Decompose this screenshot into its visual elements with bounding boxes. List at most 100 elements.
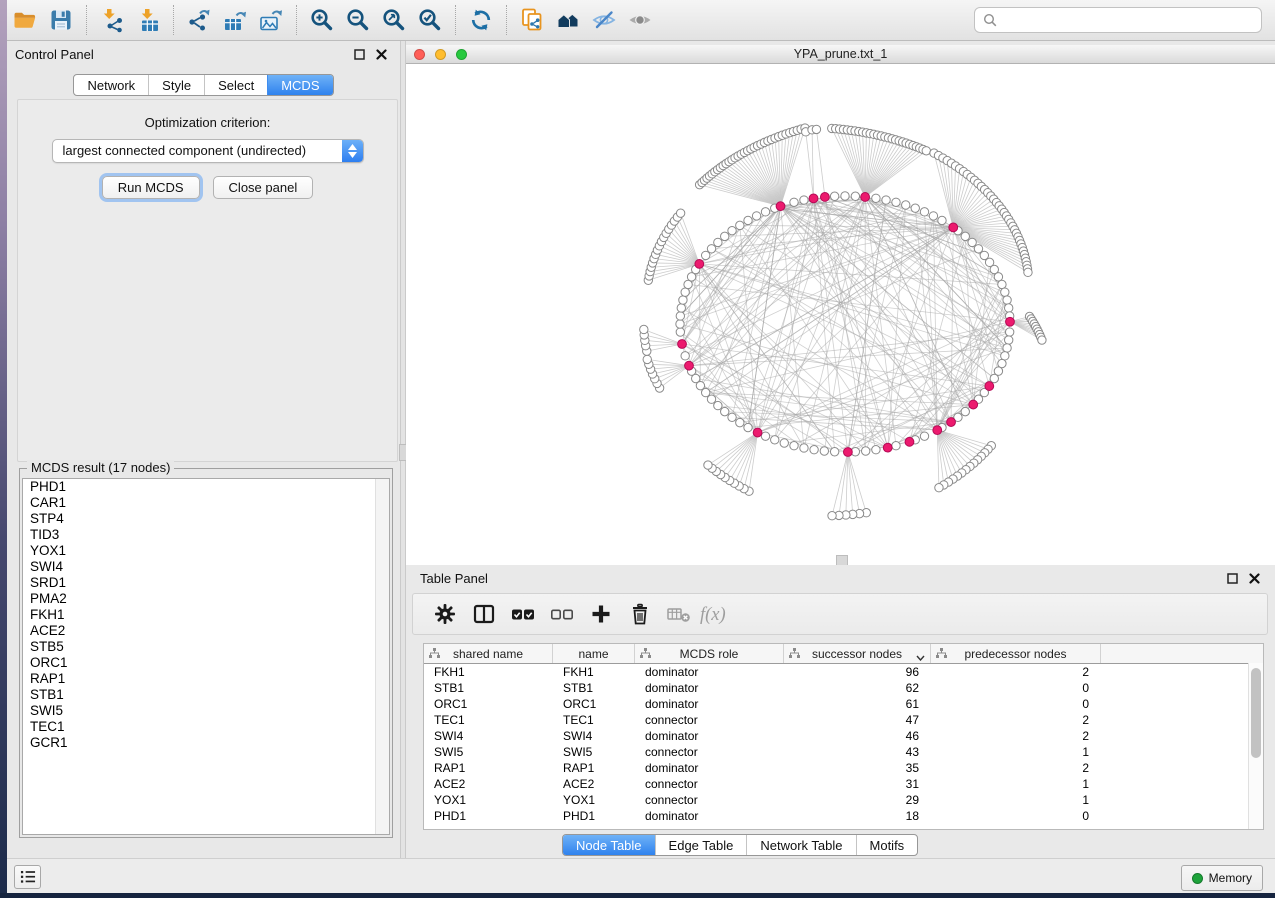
graph-hub-node[interactable] [949,223,958,232]
close-panel-button[interactable]: Close panel [213,176,314,199]
graph-node[interactable] [790,442,798,450]
table-row[interactable]: STB1STB1dominator620 [424,680,1263,696]
graph-node[interactable] [938,216,946,224]
float-panel-icon[interactable] [1221,570,1243,586]
graph-node[interactable] [1004,304,1012,312]
table-scrollbar-thumb[interactable] [1251,668,1261,758]
graph-hub-node[interactable] [695,260,704,269]
graph-hub-node[interactable] [933,426,942,435]
graph-leaf-node[interactable] [676,209,684,217]
graph-node[interactable] [851,192,859,200]
tab-mcds[interactable]: MCDS [267,75,332,95]
hide-selected-icon[interactable] [586,3,622,37]
tab-motifs[interactable]: Motifs [856,835,918,855]
graph-node[interactable] [676,328,684,336]
table-row[interactable]: FKH1FKH1dominator962 [424,664,1263,680]
list-item[interactable]: ACE2 [23,623,389,639]
clone-network-icon[interactable] [514,3,550,37]
tab-edge-table[interactable]: Edge Table [655,835,747,855]
column-header-successor-nodes[interactable]: successor nodes [784,644,931,663]
graph-hub-node[interactable] [985,382,994,391]
graph-node[interactable] [780,439,788,447]
graph-leaf-node[interactable] [640,325,648,333]
tab-network[interactable]: Network [74,75,148,95]
graph-node[interactable] [1001,288,1009,296]
graph-node[interactable] [998,280,1006,288]
export-network-icon[interactable] [181,3,217,37]
list-item[interactable]: STB5 [23,639,389,655]
zoom-selected-icon[interactable] [412,3,448,37]
graph-node[interactable] [872,194,880,202]
list-item[interactable]: FKH1 [23,607,389,623]
graph-hub-node[interactable] [685,361,694,370]
graph-node[interactable] [790,198,798,206]
graph-node[interactable] [800,196,808,204]
graph-leaf-node[interactable] [704,461,712,469]
optimization-criterion-select[interactable]: largest connected component (undirected) [52,139,364,163]
graph-node[interactable] [707,245,715,253]
list-item[interactable]: PMA2 [23,591,389,607]
graph-leaf-node[interactable] [828,512,836,520]
list-item[interactable]: RAP1 [23,671,389,687]
graph-node[interactable] [830,192,838,200]
delete-icon[interactable] [620,596,659,632]
graph-node[interactable] [841,192,849,200]
table-row[interactable]: PHD1PHD1dominator180 [424,808,1263,824]
graph-node[interactable] [676,312,684,320]
graph-node[interactable] [721,407,729,415]
list-item[interactable]: ORC1 [23,655,389,671]
close-panel-icon[interactable] [370,46,392,62]
graph-node[interactable] [892,442,900,450]
graph-node[interactable] [736,221,744,229]
tab-style[interactable]: Style [148,75,204,95]
export-image-icon[interactable] [253,3,289,37]
graph-node[interactable] [892,198,900,206]
graph-node[interactable] [681,352,689,360]
refresh-network-icon[interactable] [463,3,499,37]
column-header-predecessor-nodes[interactable]: predecessor nodes [931,644,1101,663]
graph-node[interactable] [872,446,880,454]
graph-node[interactable] [1003,296,1011,304]
list-item[interactable]: SWI4 [23,559,389,575]
graph-node[interactable] [902,201,910,209]
split-view-icon[interactable] [464,596,503,632]
gear-icon[interactable] [425,596,464,632]
table-row[interactable]: ORC1ORC1dominator610 [424,696,1263,712]
graph-leaf-node[interactable] [1024,268,1032,276]
save-session-icon[interactable] [43,3,79,37]
graph-hub-node[interactable] [905,437,914,446]
list-item[interactable]: SRD1 [23,575,389,591]
graph-hub-node[interactable] [861,193,870,202]
graph-node[interactable] [728,226,736,234]
graph-hub-node[interactable] [947,418,956,427]
search-input[interactable] [1003,12,1253,29]
graph-node[interactable] [920,432,928,440]
graph-node[interactable] [744,216,752,224]
tab-network-table[interactable]: Network Table [746,835,855,855]
graph-hub-node[interactable] [883,443,892,452]
first-neighbors-icon[interactable] [550,3,586,37]
list-item[interactable]: PHD1 [23,479,389,495]
column-header-name[interactable]: name [553,644,635,663]
graph-node[interactable] [961,232,969,240]
graph-leaf-node[interactable] [935,484,943,492]
table-row[interactable]: SWI5SWI5connector431 [424,744,1263,760]
list-scrollbar[interactable] [375,479,389,834]
graph-node[interactable] [714,238,722,246]
graph-hub-node[interactable] [843,448,852,457]
list-item[interactable]: STP4 [23,511,389,527]
graph-node[interactable] [721,232,729,240]
graph-node[interactable] [728,413,736,421]
graph-node[interactable] [744,423,752,431]
show-all-icon[interactable] [622,3,658,37]
import-network-icon[interactable] [94,3,130,37]
graph-node[interactable] [771,436,779,444]
table-row[interactable]: ACE2ACE2connector311 [424,776,1263,792]
deselect-all-icon[interactable] [542,596,581,632]
graph-node[interactable] [679,296,687,304]
import-table-icon[interactable] [130,3,166,37]
column-header-shared-name[interactable]: shared name [424,644,553,663]
table-scrollbar[interactable] [1248,663,1263,829]
graph-hub-node[interactable] [820,193,829,202]
graph-leaf-node[interactable] [643,355,651,363]
